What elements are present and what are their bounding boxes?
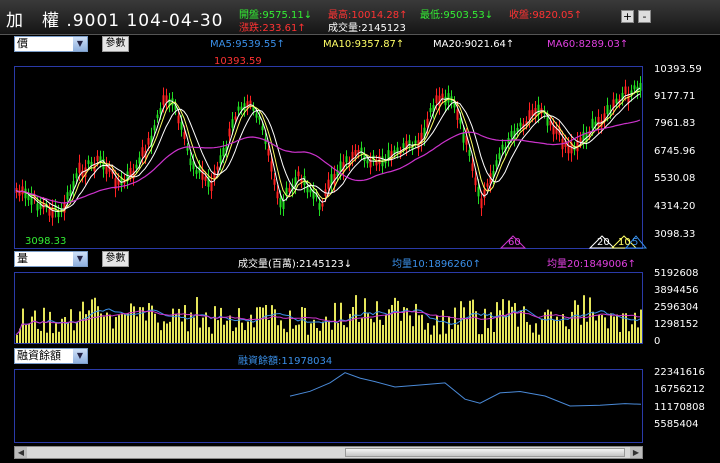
price-axis-tick: 7961.83	[654, 118, 696, 129]
chevron-down-icon: ▼	[73, 349, 87, 363]
price-change: 漲跌:233.61↑	[239, 23, 306, 34]
margin-axis-tick: 16756212	[654, 384, 705, 395]
margin-indicator-value: 融資餘額	[17, 349, 61, 362]
ma20-label: MA20:9021.64↑	[433, 39, 515, 50]
volume-params-button[interactable]: 參數	[102, 251, 129, 267]
price-chart-panel	[14, 66, 643, 249]
ma10-label: MA10:9357.87↑	[323, 39, 405, 50]
scroll-right-icon[interactable]: ▶	[630, 447, 642, 458]
volume-label: 成交量(百萬):2145123↓	[238, 259, 353, 270]
price-params-button[interactable]: 參數	[102, 36, 129, 52]
price-axis-tick: 3098.33	[654, 229, 696, 240]
volume-axis-tick: 1298152	[654, 319, 699, 330]
avg10-label: 均量10:1896260↑	[392, 259, 482, 270]
low-price: 最低:9503.53↓	[420, 10, 494, 21]
margin-chart-panel	[14, 369, 643, 443]
horizontal-scrollbar[interactable]: ◀ ▶	[14, 446, 643, 459]
zoom-in-button[interactable]: +	[621, 10, 634, 23]
price-axis-tick: 6745.96	[654, 146, 696, 157]
zoom-out-button[interactable]: -	[638, 10, 651, 23]
margin-axis-tick: 11170808	[654, 402, 705, 413]
flag-60-label: 60	[508, 237, 521, 248]
title-bar: 加 權 .9001 104-04-30 開盤:9575.11↓ 最高:10014…	[0, 0, 720, 35]
close-price: 收盤:9820.05↑	[509, 10, 583, 21]
volume-axis-tick: 3894456	[654, 285, 699, 296]
flag-20-label: 20	[597, 237, 610, 248]
page-title: 加 權 .9001 104-04-30	[6, 11, 224, 31]
volume-axis-tick: 0	[654, 336, 661, 347]
chevron-down-icon: ▼	[73, 252, 87, 266]
indicator-value: 量	[17, 252, 28, 265]
flag-5-label: 5	[632, 237, 639, 248]
margin-indicator-select[interactable]: 融資餘額 ▼	[14, 348, 88, 364]
chevron-down-icon: ▼	[73, 37, 87, 51]
indicator-select[interactable]: 量 ▼	[14, 251, 88, 267]
volume-axis-tick: 2596304	[654, 302, 699, 313]
trade-volume: 成交量:2145123	[328, 23, 406, 34]
chart-type-value: 價	[17, 37, 28, 50]
price-axis-tick: 9177.71	[654, 91, 696, 102]
low-marker-label: 3098.33	[25, 236, 67, 247]
margin-axis-tick: 5585404	[654, 419, 699, 430]
price-axis-tick: 4314.20	[654, 201, 696, 212]
ma5-label: MA5:9539.55↑	[210, 39, 285, 50]
margin-axis-tick: 22341616	[654, 367, 705, 378]
avg20-label: 均量20:1849006↑	[547, 259, 637, 270]
flag-10-label: 10	[618, 237, 631, 248]
volume-axis-tick: 5192608	[654, 268, 699, 279]
high-marker-label: 10393.59	[214, 56, 262, 67]
margin-balance-label: 融資餘額:11978034	[238, 356, 333, 367]
price-axis-tick: 5530.08	[654, 173, 696, 184]
chart-type-select[interactable]: 價 ▼	[14, 36, 88, 52]
volume-chart-panel	[14, 272, 643, 344]
price-axis-tick: 10393.59	[654, 64, 702, 75]
scrollbar-thumb[interactable]	[345, 448, 625, 457]
ma60-label: MA60:8289.03↑	[547, 39, 629, 50]
scroll-left-icon[interactable]: ◀	[15, 447, 27, 458]
